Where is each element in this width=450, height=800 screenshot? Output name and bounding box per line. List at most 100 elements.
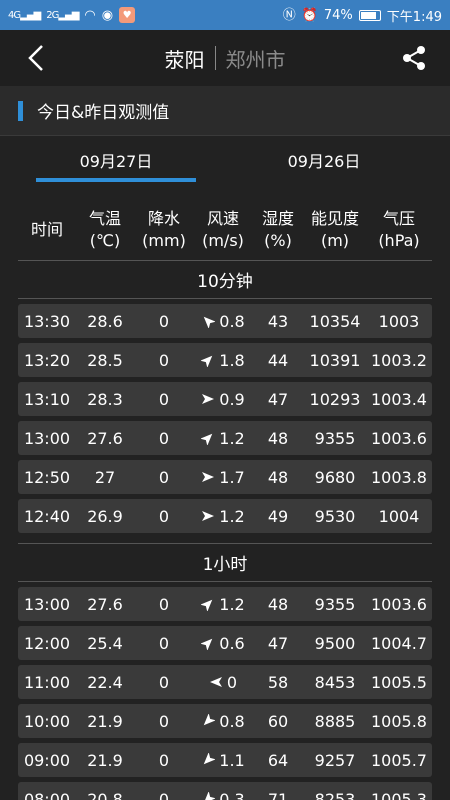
chevron-left-icon	[28, 45, 43, 71]
back-button[interactable]	[18, 40, 54, 76]
cell-rain: 0	[158, 711, 170, 731]
table-row: 11:00 22.4 0 0 58 8453 1005.5	[18, 665, 432, 699]
cell-wind: 1.1	[194, 751, 252, 770]
battery-icon	[358, 9, 381, 21]
cell-rain: 0	[158, 633, 170, 653]
cell-time: 13:00	[23, 594, 71, 614]
section-header: 今日&昨日观测值	[0, 86, 450, 136]
wind-speed-value: 1.2	[219, 594, 245, 614]
cell-temp: 20.8	[87, 789, 123, 800]
signal2-label: 2G	[46, 9, 59, 21]
app-badge-icon: ♥	[119, 7, 136, 23]
cell-time: 11:00	[23, 672, 71, 692]
col-wind: 风速 (m/s)	[194, 202, 252, 258]
wind-direction-icon	[209, 677, 222, 687]
cell-wind: 0.8	[194, 312, 252, 331]
col-time: 时间	[18, 202, 76, 258]
wind-direction-icon	[201, 638, 213, 650]
table-row: 08:00 20.8 0 0.3 71 8253 1005.3	[18, 782, 432, 800]
cell-visibility: 10391	[309, 350, 361, 370]
status-left: 4G▂▄▆ 2G▂▄▆ ◠ ◉ ♥	[8, 7, 136, 23]
observation-panel: 09月27日 09月26日 时间 气温 (℃) 降水 (mm) 风速 (m/s) 湿度…	[0, 136, 450, 800]
col-pressure-unit: (hPa)	[378, 231, 420, 250]
col-visibility-unit: (m)	[320, 231, 350, 250]
cell-wind: 0.9	[194, 390, 252, 409]
wind-direction-icon	[201, 433, 213, 445]
table-row: 13:30 28.6 0 0.8 43 10354 1003	[18, 304, 432, 338]
wind-speed-value: 0	[226, 672, 238, 692]
cell-humidity: 47	[267, 633, 289, 653]
table-row: 13:00 27.6 0 1.2 48 9355 1003.6	[18, 421, 432, 455]
group-label: 1小时	[202, 555, 248, 575]
wind-direction-icon	[202, 394, 215, 404]
cell-temp: 21.9	[87, 711, 123, 731]
wind-direction-icon	[204, 792, 216, 800]
col-humidity-unit: (%)	[264, 231, 292, 250]
share-button[interactable]	[396, 40, 432, 76]
col-wind-label: 风速	[206, 209, 239, 228]
col-temp-unit: (℃)	[89, 231, 121, 250]
wind-speed-value: 1.2	[219, 428, 245, 448]
col-temp-label: 气温	[88, 209, 121, 228]
cell-rain: 0	[158, 594, 170, 614]
cell-humidity: 64	[267, 750, 289, 770]
group-divider	[18, 298, 432, 299]
cell-temp: 28.5	[87, 350, 123, 370]
cell-humidity: 43	[267, 311, 289, 331]
title-divider	[214, 46, 216, 70]
table-row: 13:00 27.6 0 1.2 48 9355 1003.6	[18, 587, 432, 621]
signal-icon: 4G▂▄▆	[8, 9, 41, 21]
signal1-label: 4G	[8, 9, 21, 21]
cell-temp: 21.9	[87, 750, 123, 770]
cell-visibility: 8885	[314, 711, 356, 731]
cell-temp: 28.6	[87, 311, 123, 331]
col-visibility-label: 能见度	[310, 209, 359, 228]
cell-visibility: 9355	[314, 428, 356, 448]
cell-wind: 0.6	[194, 634, 252, 653]
date-tabs: 09月27日 09月26日	[0, 136, 450, 186]
cell-rain: 0	[158, 506, 170, 526]
cell-rain: 0	[158, 428, 170, 448]
cell-pressure: 1005.5	[371, 672, 427, 692]
cell-temp: 28.3	[87, 389, 123, 409]
cell-visibility: 8453	[314, 672, 356, 692]
wind-direction-icon	[201, 355, 213, 367]
table-row: 13:10 28.3 0 0.9 47 10293 1003.4	[18, 382, 432, 416]
cell-time: 12:00	[23, 633, 71, 653]
cell-time: 08:00	[23, 789, 71, 800]
col-rain-unit: (mm)	[142, 231, 186, 250]
col-time-label: 时间	[30, 220, 63, 239]
cell-temp: 27.6	[87, 428, 123, 448]
table-row: 09:00 21.9 0 1.1 64 9257 1005.7	[18, 743, 432, 777]
col-humidity: 湿度 (%)	[252, 202, 304, 258]
cell-temp: 27.6	[87, 594, 123, 614]
cell-wind: 0.3	[194, 790, 252, 800]
cell-pressure: 1003	[378, 311, 420, 331]
cell-humidity: 44	[267, 350, 289, 370]
cell-pressure: 1005.8	[371, 711, 427, 731]
cell-rain: 0	[158, 789, 170, 800]
cell-time: 13:10	[23, 389, 71, 409]
group-divider	[18, 543, 432, 544]
region-title: 郑州市	[225, 47, 286, 72]
table-row: 12:50 27 0 1.7 48 9680 1003.8	[18, 460, 432, 494]
cell-visibility: 10293	[309, 389, 361, 409]
cell-temp: 27	[94, 467, 116, 487]
col-pressure: 气压 (hPa)	[366, 202, 432, 258]
wind-speed-value: 0.8	[219, 311, 245, 331]
wifi-icon: ◠	[84, 7, 96, 23]
cell-time: 10:00	[23, 711, 71, 731]
cell-visibility: 9355	[314, 594, 356, 614]
tab-yesterday[interactable]: 09月26日	[244, 148, 404, 172]
table-row: 10:00 21.9 0 0.8 60 8885 1005.8	[18, 704, 432, 738]
tab-today[interactable]: 09月27日	[36, 148, 196, 172]
table-row: 12:40 26.9 0 1.2 49 9530 1004	[18, 499, 432, 533]
status-bar: 4G▂▄▆ 2G▂▄▆ ◠ ◉ ♥ Ⓝ ⏰ 74% 下午1:49	[0, 0, 450, 30]
cell-pressure: 1003.6	[371, 594, 427, 614]
cell-humidity: 60	[267, 711, 289, 731]
cell-wind: 0	[194, 673, 252, 692]
table-header: 时间 气温 (℃) 降水 (mm) 风速 (m/s) 湿度 (%) 能见度 (m) 气压 (…	[18, 202, 432, 258]
cell-wind: 1.7	[194, 468, 252, 487]
table-row: 13:20 28.5 0 1.8 44 10391 1003.2	[18, 343, 432, 377]
cell-humidity: 71	[267, 789, 289, 800]
